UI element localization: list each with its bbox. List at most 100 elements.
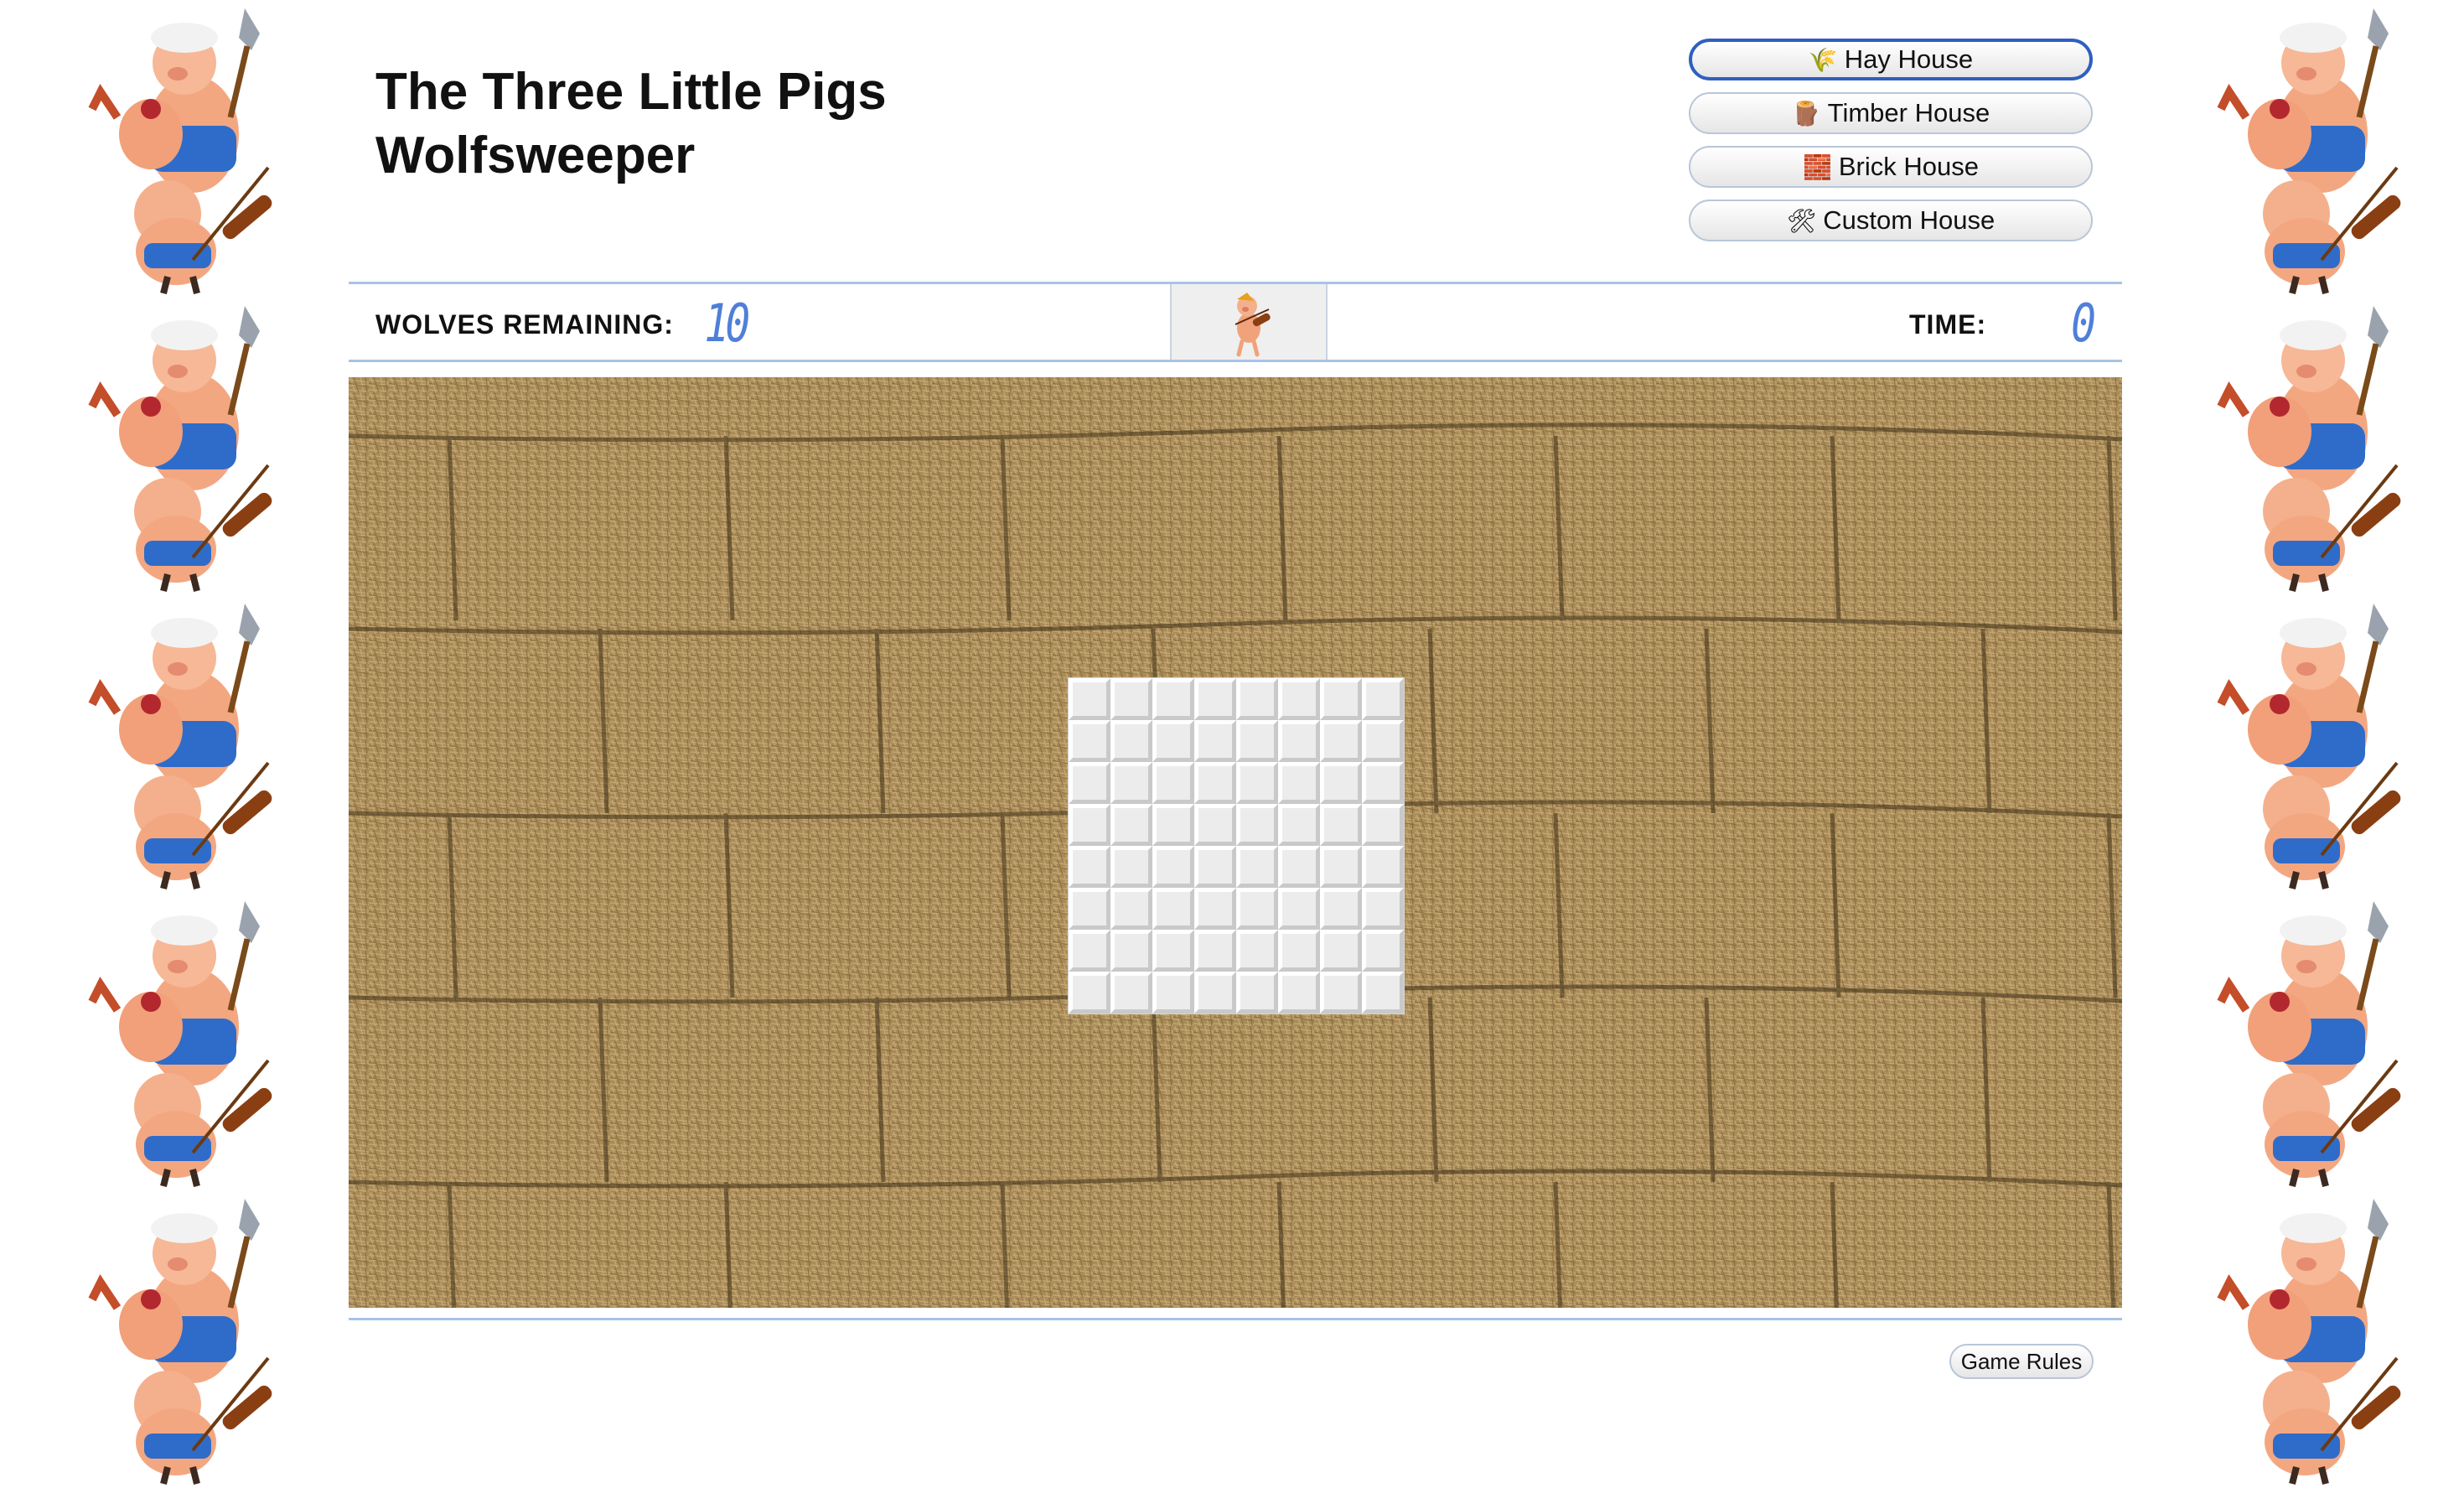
grid-cell[interactable]	[1194, 972, 1236, 1014]
grid-cell[interactable]	[1278, 804, 1320, 846]
brick-house-button[interactable]: 🧱 Brick House	[1689, 146, 2093, 188]
pig-decoration	[50, 893, 293, 1190]
left-pig-column	[50, 0, 293, 1485]
game-rules-button[interactable]: Game Rules	[1949, 1344, 2094, 1379]
grid-cell[interactable]	[1236, 888, 1278, 930]
grid-cell[interactable]	[1069, 678, 1110, 720]
grid-cell[interactable]	[1278, 762, 1320, 804]
grid-cell[interactable]	[1110, 972, 1152, 1014]
grid-cell[interactable]	[1278, 678, 1320, 720]
grid-cell[interactable]	[1236, 930, 1278, 972]
grid-cell[interactable]	[1069, 720, 1110, 762]
grid-cell[interactable]	[1152, 846, 1194, 888]
three-pigs-image	[2217, 8, 2401, 294]
grid-cell[interactable]	[1152, 720, 1194, 762]
grid-cell[interactable]	[1110, 804, 1152, 846]
grid-cell[interactable]	[1194, 678, 1236, 720]
grid-cell[interactable]	[1194, 720, 1236, 762]
grid-cell[interactable]	[1320, 678, 1362, 720]
grid-cell[interactable]	[1069, 762, 1110, 804]
grid-cell[interactable]	[1278, 972, 1320, 1014]
footer-divider	[349, 1318, 2122, 1320]
grid-cell[interactable]	[1320, 972, 1362, 1014]
grid-cell[interactable]	[1152, 930, 1194, 972]
level-selector: 🌾 Hay House 🪵 Timber House 🧱 Brick House…	[1689, 39, 2093, 241]
grid-cell[interactable]	[1362, 930, 1404, 972]
three-pigs-image	[88, 8, 272, 294]
grid-cell[interactable]	[1236, 762, 1278, 804]
grid-cell[interactable]	[1069, 930, 1110, 972]
grid-cell[interactable]	[1069, 888, 1110, 930]
pig-decoration	[50, 1190, 293, 1488]
status-bar: WOLVES REMAINING: 10 TIME: 0	[349, 282, 2122, 362]
grid-cell[interactable]	[1236, 804, 1278, 846]
grid-cell[interactable]	[1320, 930, 1362, 972]
grid-cell[interactable]	[1110, 888, 1152, 930]
grid-cell[interactable]	[1152, 804, 1194, 846]
tools-icon: 🛠	[1786, 207, 1817, 234]
grid-cell[interactable]	[1236, 972, 1278, 1014]
three-pigs-image	[88, 1199, 272, 1485]
pig-decoration	[2179, 595, 2422, 893]
hay-icon: 🌾	[1808, 46, 1838, 73]
brick-house-label: Brick House	[1838, 152, 1979, 181]
grid-cell[interactable]	[1152, 762, 1194, 804]
grid-cell[interactable]	[1278, 930, 1320, 972]
grid-cell[interactable]	[1362, 972, 1404, 1014]
grid-cell[interactable]	[1194, 846, 1236, 888]
three-pigs-image	[2217, 604, 2401, 889]
grid-cell[interactable]	[1110, 762, 1152, 804]
time-label: TIME:	[1909, 309, 1987, 340]
grid-cell[interactable]	[1320, 846, 1362, 888]
grid-cell[interactable]	[1320, 888, 1362, 930]
custom-house-button[interactable]: 🛠 Custom House	[1689, 200, 2093, 241]
hay-house-label: Hay House	[1844, 44, 1974, 74]
grid-cell[interactable]	[1320, 720, 1362, 762]
grid-cell[interactable]	[1194, 888, 1236, 930]
three-pigs-image	[88, 901, 272, 1187]
hay-house-button[interactable]: 🌾 Hay House	[1689, 39, 2093, 80]
grid-cell[interactable]	[1236, 846, 1278, 888]
grid-cell[interactable]	[1320, 762, 1362, 804]
pig-decoration	[50, 595, 293, 893]
pig-decoration	[50, 0, 293, 298]
grid-cell[interactable]	[1362, 762, 1404, 804]
grid-cell[interactable]	[1362, 678, 1404, 720]
time-counter: 0	[2071, 293, 2096, 354]
pig-decoration	[2179, 1190, 2422, 1488]
grid-cell[interactable]	[1362, 720, 1404, 762]
grid-cell[interactable]	[1194, 762, 1236, 804]
grid-cell[interactable]	[1362, 804, 1404, 846]
grid-cell[interactable]	[1152, 972, 1194, 1014]
grid-cell[interactable]	[1152, 678, 1194, 720]
grid-cell[interactable]	[1110, 678, 1152, 720]
grid-cell[interactable]	[1152, 888, 1194, 930]
fiddler-pig-icon	[1235, 293, 1271, 357]
three-pigs-image	[2217, 901, 2401, 1187]
brick-icon: 🧱	[1803, 153, 1832, 180]
page-title: The Three Little Pigs Wolfsweeper	[375, 60, 887, 188]
grid-cell[interactable]	[1236, 678, 1278, 720]
wolves-remaining-label: WOLVES REMAINING:	[375, 309, 674, 340]
pig-decoration	[2179, 298, 2422, 595]
grid-cell[interactable]	[1069, 846, 1110, 888]
grid-cell[interactable]	[1110, 930, 1152, 972]
grid-cell[interactable]	[1194, 930, 1236, 972]
title-line-1: The Three Little Pigs	[375, 63, 887, 121]
grid-cell[interactable]	[1194, 804, 1236, 846]
grid-cell[interactable]	[1320, 804, 1362, 846]
grid-cell[interactable]	[1069, 972, 1110, 1014]
grid-cell[interactable]	[1110, 720, 1152, 762]
minefield-grid	[1068, 677, 1405, 1014]
game-container: The Three Little Pigs Wolfsweeper 🌾 Hay …	[349, 0, 2122, 1397]
reset-pig-button[interactable]	[1170, 284, 1328, 360]
timber-house-button[interactable]: 🪵 Timber House	[1689, 92, 2093, 134]
grid-cell[interactable]	[1362, 846, 1404, 888]
grid-cell[interactable]	[1110, 846, 1152, 888]
grid-cell[interactable]	[1362, 888, 1404, 930]
grid-cell[interactable]	[1278, 888, 1320, 930]
grid-cell[interactable]	[1278, 846, 1320, 888]
grid-cell[interactable]	[1278, 720, 1320, 762]
grid-cell[interactable]	[1236, 720, 1278, 762]
grid-cell[interactable]	[1069, 804, 1110, 846]
